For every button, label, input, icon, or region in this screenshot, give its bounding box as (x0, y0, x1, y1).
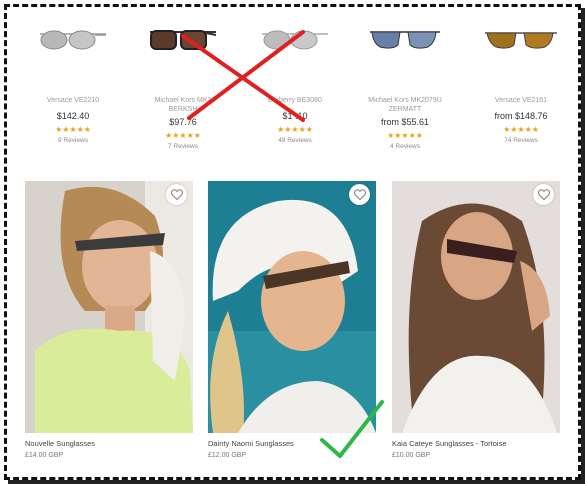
product-title[interactable]: Kaia Cateye Sunglasses - Tortoise (392, 439, 560, 448)
rating-stars: ★★★★★ (387, 131, 423, 140)
product-name[interactable]: Burberry BE3080 (240, 96, 350, 105)
product-price: £12.00 GBP (208, 452, 247, 459)
product-name[interactable]: Versace VE2210 (18, 96, 128, 105)
rating-stars: ★★★★★ (55, 125, 91, 134)
review-count[interactable]: 9 Reviews (18, 137, 128, 144)
review-count[interactable]: 7 Reviews (128, 143, 238, 150)
product-thumbnail[interactable] (240, 14, 350, 66)
product-card-versace-ve2210[interactable]: Versace VE2210 $142.40 ★★★★★ 9 Reviews (18, 14, 128, 144)
product-thumbnail[interactable] (128, 14, 238, 66)
photo-card-kaia-cateye[interactable]: Kaia Cateye Sunglasses - Tortoise £10.00… (392, 181, 560, 459)
product-photo[interactable] (208, 181, 376, 433)
product-price: $142.40 (56, 111, 90, 121)
sunglasses-image (150, 30, 217, 50)
favorite-button[interactable] (533, 184, 554, 205)
photo-card-dainty-naomi[interactable]: Dainty Naomi Sunglasses £12.00 GBP (208, 181, 376, 459)
product-card-michael-kors-berkshire[interactable]: Michael Kors MK2 BERKSH $97.76 ★★★★★ 7 R… (128, 14, 238, 150)
product-price: from $55.61 (380, 117, 430, 127)
rating-stars: ★★★★★ (165, 131, 201, 140)
top-product-row: Versace VE2210 $142.40 ★★★★★ 9 Reviews M… (18, 14, 566, 164)
product-price: £14.00 GBP (25, 452, 64, 459)
product-name[interactable]: Michael Kors MK2 BERKSH (128, 96, 238, 114)
heart-icon (170, 189, 183, 200)
review-count[interactable]: 49 Reviews (240, 137, 350, 144)
sunglasses-image (262, 30, 328, 50)
rating-stars: ★★★★★ (503, 125, 539, 134)
product-price: $1 .10 (282, 111, 308, 121)
favorite-button[interactable] (349, 184, 370, 205)
product-card-versace-ve2161[interactable]: Versace VE2161 from $148.76 ★★★★★ 74 Rev… (466, 14, 576, 144)
favorite-button[interactable] (166, 184, 187, 205)
review-count[interactable]: 74 Reviews (466, 137, 576, 144)
product-price: £10.00 GBP (392, 452, 431, 459)
product-name[interactable]: Michael Kors MK2079U ZERMATT (350, 96, 460, 114)
product-name-line1: Michael Kors MK2079U (368, 97, 442, 104)
product-thumbnail[interactable] (18, 14, 128, 66)
model-photo (392, 181, 560, 433)
sunglasses-image (370, 31, 440, 49)
review-count[interactable]: 4 Reviews (350, 143, 460, 150)
photo-card-nouvelle[interactable]: Nouvelle Sunglasses £14.00 GBP (25, 181, 193, 459)
product-name[interactable]: Versace VE2161 (466, 96, 576, 105)
product-card-burberry-be3080[interactable]: Burberry BE3080 $1 .10 ★★★★★ 49 Reviews (240, 14, 350, 144)
product-price: $97.76 (169, 117, 197, 127)
heart-icon (353, 189, 366, 200)
product-photo[interactable] (392, 181, 560, 433)
model-photo (208, 181, 376, 433)
product-name-line1: Michael Kors MK2 (154, 97, 212, 104)
product-price: from $148.76 (494, 111, 548, 121)
product-card-michael-kors-zermatt[interactable]: Michael Kors MK2079U ZERMATT from $55.61… (350, 14, 460, 150)
product-thumbnail[interactable] (466, 14, 576, 66)
sunglasses-image (40, 30, 106, 50)
sunglasses-image (485, 32, 557, 49)
rating-stars: ★★★★★ (277, 125, 313, 134)
product-photo[interactable] (25, 181, 193, 433)
product-thumbnail[interactable] (350, 14, 460, 66)
model-photo (25, 181, 193, 433)
product-name-line2: ZERMATT (388, 106, 422, 113)
product-title[interactable]: Dainty Naomi Sunglasses (208, 439, 376, 448)
product-title[interactable]: Nouvelle Sunglasses (25, 439, 193, 448)
product-name-line2: BERKSH (168, 106, 198, 113)
heart-icon (537, 189, 550, 200)
